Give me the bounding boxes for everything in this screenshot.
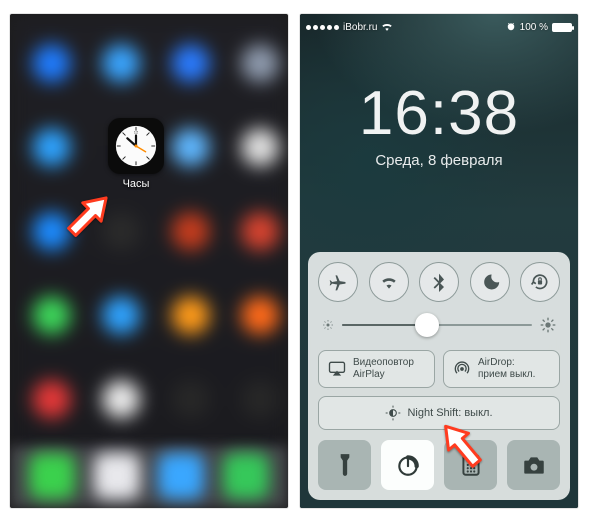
camera-icon	[521, 452, 547, 478]
calculator-button[interactable]	[444, 440, 497, 490]
airplay-line2: AirPlay	[353, 369, 414, 381]
clock-app-icon: 12	[108, 118, 164, 174]
wifi-icon	[381, 22, 393, 32]
status-bar: iBobr.ru 100 %	[300, 19, 578, 35]
blurred-home-screen	[10, 14, 288, 508]
timer-button[interactable]	[381, 440, 434, 490]
timer-icon	[395, 452, 421, 478]
airplane-icon	[328, 272, 348, 292]
right-screenshot: iBobr.ru 100 % 16:38 Среда, 8 февраля	[300, 14, 578, 508]
wifi-toggle[interactable]	[369, 262, 409, 302]
brightness-high-icon	[540, 317, 556, 333]
slider-thumb[interactable]	[415, 313, 439, 337]
brightness-slider[interactable]	[322, 312, 556, 338]
signal-dots-icon	[306, 25, 339, 30]
lock-time: 16:38	[300, 78, 578, 149]
alarm-icon	[506, 22, 516, 32]
dnd-toggle[interactable]	[470, 262, 510, 302]
airdrop-line2: прием выкл.	[478, 369, 535, 381]
battery-pct-label: 100 %	[520, 22, 548, 33]
carrier-label: iBobr.ru	[343, 22, 377, 33]
airplay-icon	[327, 359, 347, 379]
night-shift-icon	[385, 405, 401, 421]
airplane-toggle[interactable]	[318, 262, 358, 302]
flashlight-button[interactable]	[318, 440, 371, 490]
clock-app-label: Часы	[104, 178, 168, 190]
wifi-icon	[379, 272, 399, 292]
toggle-row	[318, 262, 560, 302]
dock-icons-blur	[10, 452, 288, 500]
airdrop-line1: AirDrop:	[478, 357, 535, 369]
battery-icon	[552, 23, 572, 32]
camera-button[interactable]	[507, 440, 560, 490]
calculator-icon	[458, 452, 484, 478]
brightness-low-icon	[322, 319, 334, 331]
rotation-lock-icon	[530, 272, 550, 292]
bluetooth-toggle[interactable]	[419, 262, 459, 302]
moon-icon	[480, 272, 500, 292]
clock-app[interactable]: 12 Часы	[104, 118, 168, 190]
flashlight-icon	[332, 452, 358, 478]
airdrop-button[interactable]: AirDrop: прием выкл.	[443, 350, 560, 388]
control-center: Видеоповтор AirPlay AirDrop: прием выкл.…	[308, 252, 570, 500]
airplay-button[interactable]: Видеоповтор AirPlay	[318, 350, 435, 388]
bluetooth-icon	[429, 272, 449, 292]
airplay-line1: Видеоповтор	[353, 357, 414, 369]
airdrop-icon	[452, 359, 472, 379]
night-shift-label: Night Shift: выкл.	[407, 407, 492, 419]
night-shift-button[interactable]: Night Shift: выкл.	[318, 396, 560, 430]
lock-date: Среда, 8 февраля	[300, 152, 578, 169]
left-screenshot: 12 Часы	[10, 14, 288, 508]
rotation-lock-toggle[interactable]	[520, 262, 560, 302]
svg-text:12: 12	[134, 130, 139, 135]
